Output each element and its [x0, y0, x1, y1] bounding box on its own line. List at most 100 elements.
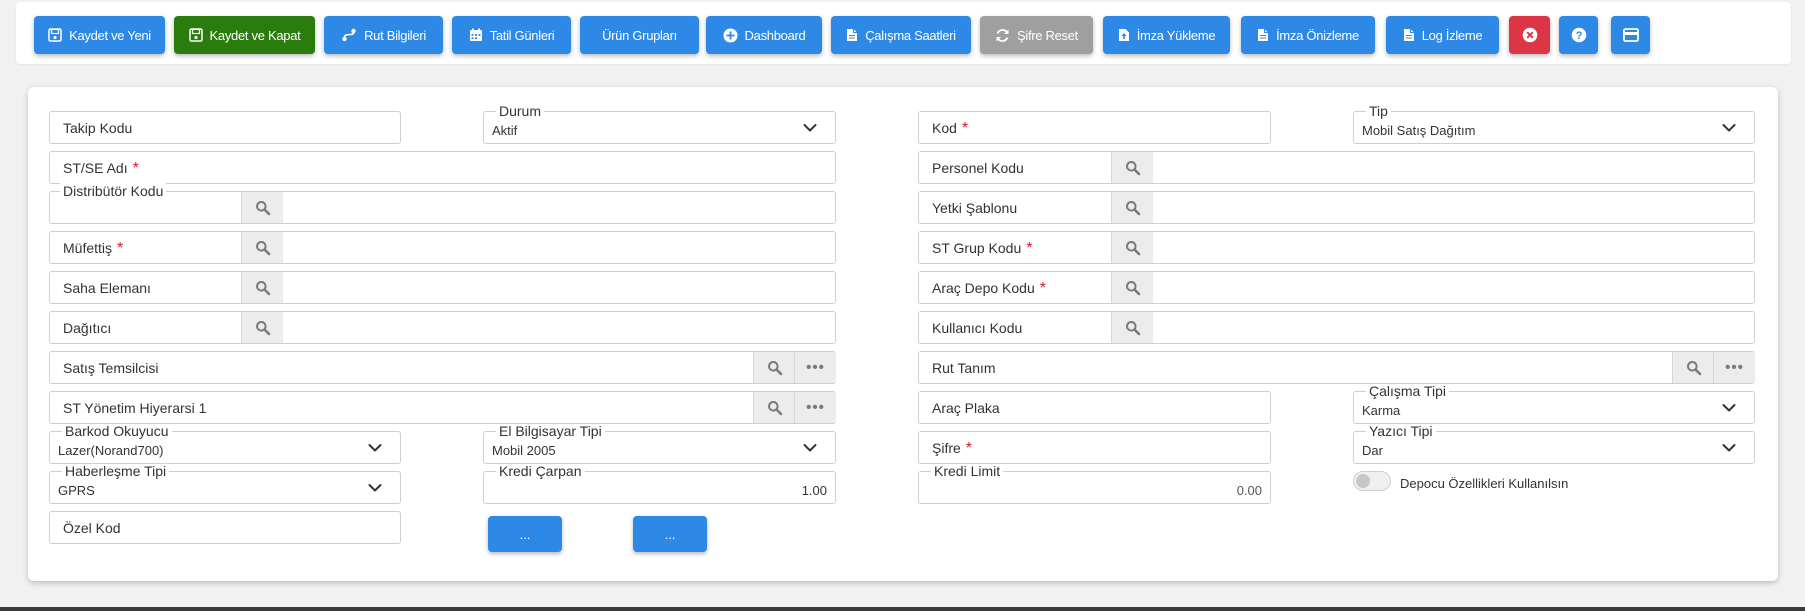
save-and-close-button[interactable]: Kaydet ve Kapat [174, 16, 315, 54]
password-reset-button[interactable]: Şifre Reset [980, 16, 1093, 54]
route-definition-field[interactable]: Rut Tanım ••• [918, 351, 1755, 384]
vehicle-depot-code-label: Araç Depo Kodu * [932, 280, 1046, 297]
search-icon [255, 280, 271, 296]
code-label: Kod * [932, 120, 969, 137]
chevron-down-icon [803, 123, 817, 133]
credit-limit-value: 0.00 [1236, 483, 1262, 498]
inspector-search-button[interactable] [241, 232, 283, 263]
chevron-down-icon [1722, 123, 1736, 133]
vehicle-depot-search-button[interactable] [1111, 272, 1153, 303]
sales-rep-label: Satış Temsilcisi [63, 360, 159, 376]
st-group-code-label: ST Grup Kodu * [932, 240, 1033, 257]
file-icon [1257, 28, 1269, 42]
st-se-name-label: ST/SE Adı * [63, 160, 139, 177]
sales-rep-field[interactable]: Satış Temsilcisi ••• [49, 351, 836, 384]
calendar-icon [469, 28, 482, 41]
status-select[interactable]: Durum Aktif [483, 104, 836, 144]
search-icon [1125, 320, 1141, 336]
floppy-disk-icon [189, 28, 203, 42]
log-view-button[interactable]: Log İzleme [1386, 16, 1499, 54]
route-more-button[interactable]: ••• [1713, 352, 1755, 383]
search-icon [1125, 200, 1141, 216]
distributor-code-label: Distribütör Kodu [60, 183, 167, 199]
toggle-knob [1356, 474, 1370, 488]
authorization-search-button[interactable] [1111, 192, 1153, 223]
credit-multiplier-field[interactable]: Kredi Çarpan 1.00 [483, 464, 836, 504]
user-code-label: Kullanıcı Kodu [932, 320, 1023, 336]
st-group-search-button[interactable] [1111, 232, 1153, 263]
credit-limit-field[interactable]: Kredi Limit 0.00 [918, 464, 1271, 504]
working-hours-button[interactable]: Çalışma Saatleri [831, 16, 971, 54]
close-button[interactable] [1509, 16, 1550, 54]
st-group-code-field[interactable]: ST Grup Kodu * [918, 231, 1755, 264]
working-type-label: Çalışma Tipi [1366, 384, 1450, 398]
depot-features-toggle[interactable] [1353, 471, 1391, 491]
search-icon [255, 320, 271, 336]
password-field[interactable]: Şifre * [918, 431, 1271, 464]
working-type-select[interactable]: Çalışma Tipi Karma [1353, 384, 1755, 424]
communication-type-select[interactable]: Haberleşme Tipi GPRS [49, 464, 401, 504]
tracking-code-field[interactable]: Takip Kodu [49, 111, 401, 144]
dashboard-button[interactable]: Dashboard [706, 16, 822, 54]
st-hierarchy-field[interactable]: ST Yönetim Hiyerarsi 1 ••• [49, 391, 836, 424]
search-icon [767, 360, 783, 376]
vehicle-depot-code-field[interactable]: Araç Depo Kodu * [918, 271, 1755, 304]
search-icon [1125, 160, 1141, 176]
distributor-staff-search-button[interactable] [241, 312, 283, 343]
st-se-name-field[interactable]: ST/SE Adı * [49, 151, 836, 184]
st-hierarchy-more-button[interactable]: ••• [794, 392, 836, 423]
sales-rep-search-button[interactable] [753, 352, 795, 383]
inspector-label: Müfettiş * [63, 240, 124, 257]
signature-upload-button[interactable]: İmza Yükleme [1103, 16, 1230, 54]
personnel-code-field[interactable]: Personel Kodu [918, 151, 1755, 184]
st-hierarchy-label: ST Yönetim Hiyerarsi 1 [63, 400, 207, 416]
printer-type-select[interactable]: Yazıcı Tipi Dar [1353, 424, 1755, 464]
barcode-reader-select[interactable]: Barkod Okuyucu Lazer(Norand700) [49, 424, 401, 464]
distributor-staff-field[interactable]: Dağıtıcı [49, 311, 836, 344]
authorization-template-field[interactable]: Yetki Şablonu [918, 191, 1755, 224]
help-button[interactable]: ? [1559, 16, 1598, 54]
code-field[interactable]: Kod * [918, 111, 1271, 144]
vehicle-plate-field[interactable]: Araç Plaka [918, 391, 1271, 424]
field-staff-field[interactable]: Saha Elemanı [49, 271, 836, 304]
plus-circle-icon [723, 28, 738, 42]
communication-type-label: Haberleşme Tipi [62, 464, 170, 478]
field-staff-search-button[interactable] [241, 272, 283, 303]
file-upload-icon [1118, 29, 1129, 41]
personnel-search-button[interactable] [1111, 152, 1153, 183]
type-value: Mobil Satış Dağıtım [1362, 123, 1476, 138]
special-code-field[interactable]: Özel Kod [49, 511, 401, 544]
signature-preview-button[interactable]: İmza Önizleme [1241, 16, 1375, 54]
handheld-type-value: Mobil 2005 [492, 443, 556, 458]
sales-rep-more-button[interactable]: ••• [794, 352, 836, 383]
product-groups-button[interactable]: Ürün Grupları [580, 16, 699, 54]
special-code-label: Özel Kod [63, 520, 121, 536]
extra-button-1[interactable]: ... [488, 516, 562, 552]
chevron-down-icon [368, 483, 382, 493]
save-and-new-button[interactable]: Kaydet ve Yeni [34, 16, 165, 54]
inspector-field[interactable]: Müfettiş * [49, 231, 836, 264]
type-select[interactable]: Tip Mobil Satış Dağıtım [1353, 104, 1755, 144]
search-icon [1686, 360, 1702, 376]
svg-text:?: ? [1575, 30, 1582, 42]
distributor-staff-label: Dağıtıcı [63, 320, 112, 336]
handheld-type-select[interactable]: El Bilgisayar Tipi Mobil 2005 [483, 424, 836, 464]
vehicle-plate-label: Araç Plaka [932, 400, 1000, 416]
route-info-button[interactable]: Rut Bilgileri [324, 16, 443, 54]
window-button[interactable] [1611, 16, 1650, 54]
user-code-field[interactable]: Kullanıcı Kodu [918, 311, 1755, 344]
authorization-template-label: Yetki Şablonu [932, 200, 1018, 216]
extra-button-2[interactable]: ... [633, 516, 707, 552]
holidays-button[interactable]: Tatil Günleri [452, 16, 571, 54]
distributor-search-button[interactable] [241, 192, 283, 223]
route-definition-label: Rut Tanım [932, 360, 996, 376]
distributor-code-field[interactable]: Distribütör Kodu [49, 183, 836, 224]
search-icon [1125, 240, 1141, 256]
more-dots-icon: ••• [806, 359, 825, 376]
credit-limit-label: Kredi Limit [931, 464, 1004, 478]
depot-features-label: Depocu Özellikleri Kullanılsın [1400, 476, 1569, 491]
st-hierarchy-search-button[interactable] [753, 392, 795, 423]
field-staff-label: Saha Elemanı [63, 280, 151, 296]
route-search-button[interactable] [1672, 352, 1714, 383]
user-search-button[interactable] [1111, 312, 1153, 343]
